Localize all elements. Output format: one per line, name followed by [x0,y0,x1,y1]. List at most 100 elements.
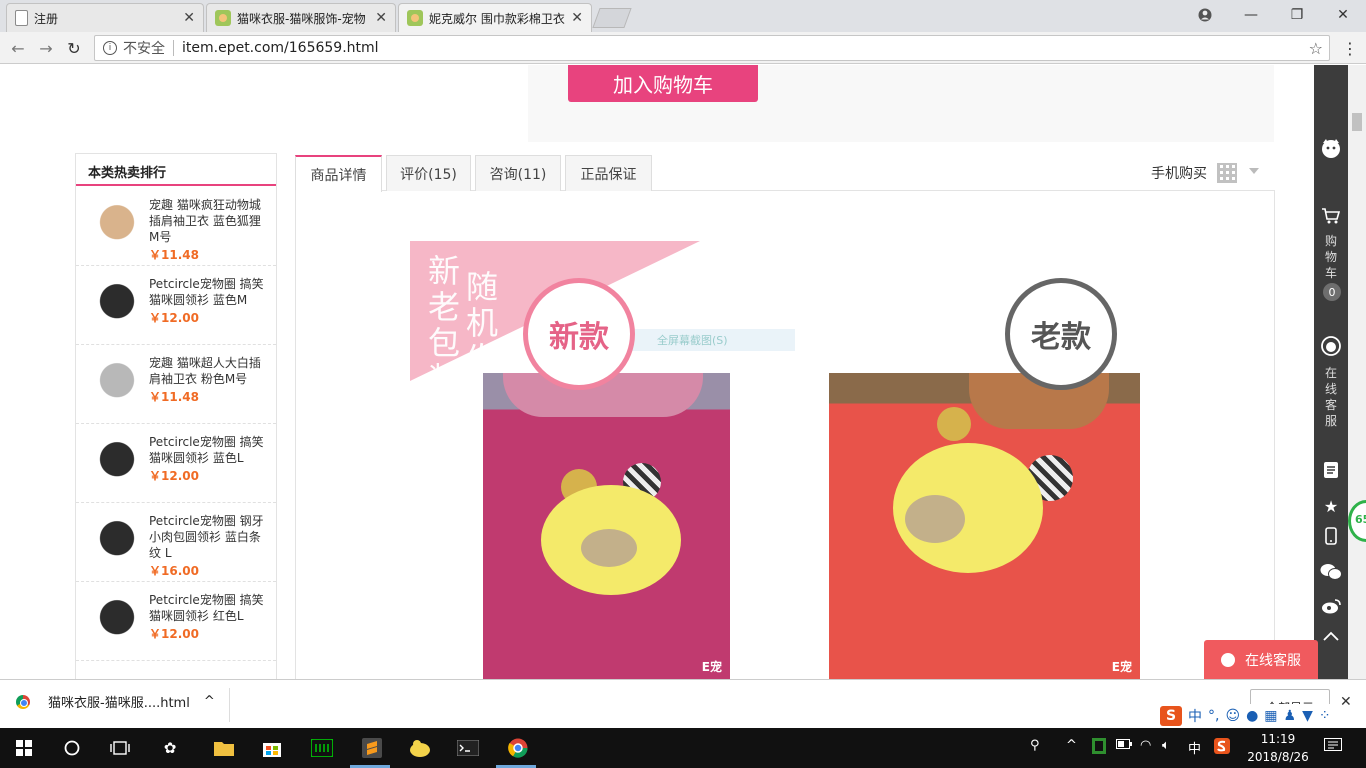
ranking-item[interactable]: Petcircle宠物圈 钢牙小肉包圆领衫 蓝白条纹 L ￥16.00 [76,503,276,582]
url-text[interactable]: item.epet.com/165659.html [182,40,1309,56]
input-language[interactable]: 中 [1188,738,1201,757]
microphone-icon[interactable]: ● [1246,708,1258,724]
pinwheel-app-icon[interactable]: ✿ [158,736,182,760]
online-service-label: 在线客服 [1245,653,1301,669]
system-clock[interactable]: 11:19 2018/8/26 [1246,730,1310,766]
profile-icon[interactable] [1182,0,1228,30]
shirt-icon[interactable]: ▼ [1302,708,1313,724]
reload-button[interactable]: ↻ [62,36,86,60]
task-view-icon[interactable] [108,736,132,760]
forward-button[interactable]: → [34,36,58,60]
volume-icon[interactable]: 🔈︎ [1162,738,1170,753]
online-service-button[interactable]: 在线客服 [1204,640,1318,680]
sogou-logo-icon: S [1160,706,1182,726]
ranking-thumbnail[interactable] [89,276,145,332]
terminal-icon[interactable] [456,736,480,760]
ranking-item-name[interactable]: Petcircle宠物圈 搞笑猫咪圆领衫 红色L [149,592,267,624]
add-to-cart-button[interactable]: 加入购物车 [568,65,758,102]
file-explorer-icon[interactable] [212,736,236,760]
chevron-down-icon[interactable] [1249,168,1259,174]
cart-icon[interactable] [1318,205,1344,227]
chevron-up-icon[interactable]: ^ [204,694,215,709]
mobile-buy[interactable]: 手机购买 [1151,163,1237,183]
tab-close-icon[interactable]: ✕ [183,10,195,26]
list-icon[interactable] [1318,459,1344,481]
scrollbar-thumb[interactable] [1352,113,1362,131]
back-to-top-icon[interactable] [1318,625,1344,647]
sogou-tray-icon[interactable] [1214,738,1230,758]
ranking-thumbnail[interactable] [89,355,145,411]
ranking-item-name[interactable]: 宠趣 猫咪超人大白插肩袖卫衣 粉色M号 [149,355,267,387]
clock-time: 11:19 [1260,732,1296,746]
cat-avatar-icon[interactable] [1318,137,1344,159]
old-style-badge: 老款 [1005,278,1117,390]
chrome-icon[interactable] [506,736,530,760]
wechat-icon[interactable] [1318,561,1344,583]
ranking-item-price: ￥11.48 [149,248,199,262]
weibo-icon[interactable] [1318,595,1344,617]
tab-cat-clothes[interactable]: 猫咪衣服-猫咪服饰-宠物 ✕ [206,3,396,32]
iqiyi-icon[interactable] [310,736,334,760]
ranking-item[interactable]: 宠趣 猫咪疯狂动物城插肩袖卫衣 蓝色狐狸M号 ￥11.48 [76,187,276,266]
detail-tabs: 商品详情 评价(15) 咨询(11) 正品保证 手机购买 [295,153,1275,192]
emoji-icon[interactable]: ☺ [1225,708,1240,724]
app-tray-icon[interactable] [1092,738,1106,758]
ranking-thumbnail[interactable] [89,434,145,490]
tab-close-icon[interactable]: ✕ [571,10,583,26]
tab-details[interactable]: 商品详情 [295,155,382,192]
ranking-item[interactable]: 宠趣 猫咪超人大白插肩袖卫衣 粉色M号 ￥11.48 [76,345,276,424]
sidebar-service-label[interactable]: 在线客服 [1321,365,1341,429]
ranking-item[interactable]: Petcircle宠物圈 搞笑猫咪圆领衫 红色L ￥12.00 [76,582,276,661]
ranking-item-price: ￥16.00 [149,564,199,578]
mobile-buy-label: 手机购买 [1151,166,1207,182]
customer-service-icon[interactable] [1318,335,1344,357]
back-button[interactable]: ← [6,36,30,60]
close-window-button[interactable]: ✕ [1320,0,1366,30]
new-tab-button[interactable] [592,8,632,28]
keyboard-icon[interactable]: ▦ [1264,708,1277,724]
store-icon[interactable] [260,736,284,760]
battery-icon[interactable] [1116,738,1132,753]
ranking-item[interactable]: Petcircle宠物圈 搞笑猫咪圆领衫 蓝色L ￥12.00 [76,424,276,503]
star-icon[interactable]: ★ [1318,495,1344,517]
people-icon[interactable]: ⚲ [1030,738,1040,753]
tab-product[interactable]: 妮克威尔 围巾款彩棉卫衣 ✕ [398,3,592,32]
download-item[interactable]: 猫咪衣服-猫咪服....html ^ [16,692,215,711]
apps-icon[interactable]: ⁘ [1319,708,1331,724]
duck-app-icon[interactable] [408,736,432,760]
ime-punctuation[interactable]: °, [1208,708,1219,724]
ime-mode[interactable]: 中 [1188,706,1202,726]
ranking-thumbnail[interactable] [89,513,145,569]
minimize-button[interactable]: — [1228,0,1274,30]
tray-expand-icon[interactable]: ^ [1066,738,1077,753]
info-icon[interactable]: i [103,41,117,55]
ranking-item-name[interactable]: 宠趣 猫咪疯狂动物城插肩袖卫衣 蓝色狐狸M号 [149,197,267,245]
sidebar-cart-label[interactable]: 购物车 [1321,233,1341,281]
notifications-icon[interactable] [1324,738,1342,758]
ranking-thumbnail[interactable] [89,197,145,253]
address-bar[interactable]: i 不安全 item.epet.com/165659.html ☆ [94,35,1330,61]
ranking-item-name[interactable]: Petcircle宠物圈 钢牙小肉包圆领衫 蓝白条纹 L [149,513,267,561]
scrollbar[interactable] [1348,65,1366,679]
search-icon[interactable] [60,736,84,760]
sublime-icon[interactable] [360,736,384,760]
restore-button[interactable]: ❐ [1274,0,1320,30]
phone-icon[interactable] [1318,525,1344,547]
menu-button[interactable]: ⋮ [1338,36,1362,60]
tab-guarantee[interactable]: 正品保证 [565,155,652,191]
tab-register[interactable]: 注册 ✕ [6,3,204,32]
ime-toolbar[interactable]: S 中 °, ☺ ● ▦ ♟ ▼ ⁘ [1160,704,1331,728]
banner-text-random-ship: 随机发 [465,268,498,378]
ranking-item[interactable]: Petcircle宠物圈 搞笑猫咪圆领衫 蓝色M ￥12.00 [76,266,276,345]
user-icon[interactable]: ♟ [1284,708,1297,724]
tab-consult[interactable]: 咨询(11) [475,155,561,191]
ranking-item-name[interactable]: Petcircle宠物圈 搞笑猫咪圆领衫 蓝色L [149,434,267,466]
bookmark-star-icon[interactable]: ☆ [1309,39,1323,58]
ranking-item-name[interactable]: Petcircle宠物圈 搞笑猫咪圆领衫 蓝色M [149,276,267,308]
ranking-thumbnail[interactable] [89,592,145,648]
close-download-bar-icon[interactable]: ✕ [1340,694,1352,710]
windows-start-icon[interactable] [12,736,36,760]
tab-reviews[interactable]: 评价(15) [386,155,471,191]
wifi-icon[interactable]: ◠ [1140,738,1151,753]
tab-close-icon[interactable]: ✕ [375,10,387,26]
